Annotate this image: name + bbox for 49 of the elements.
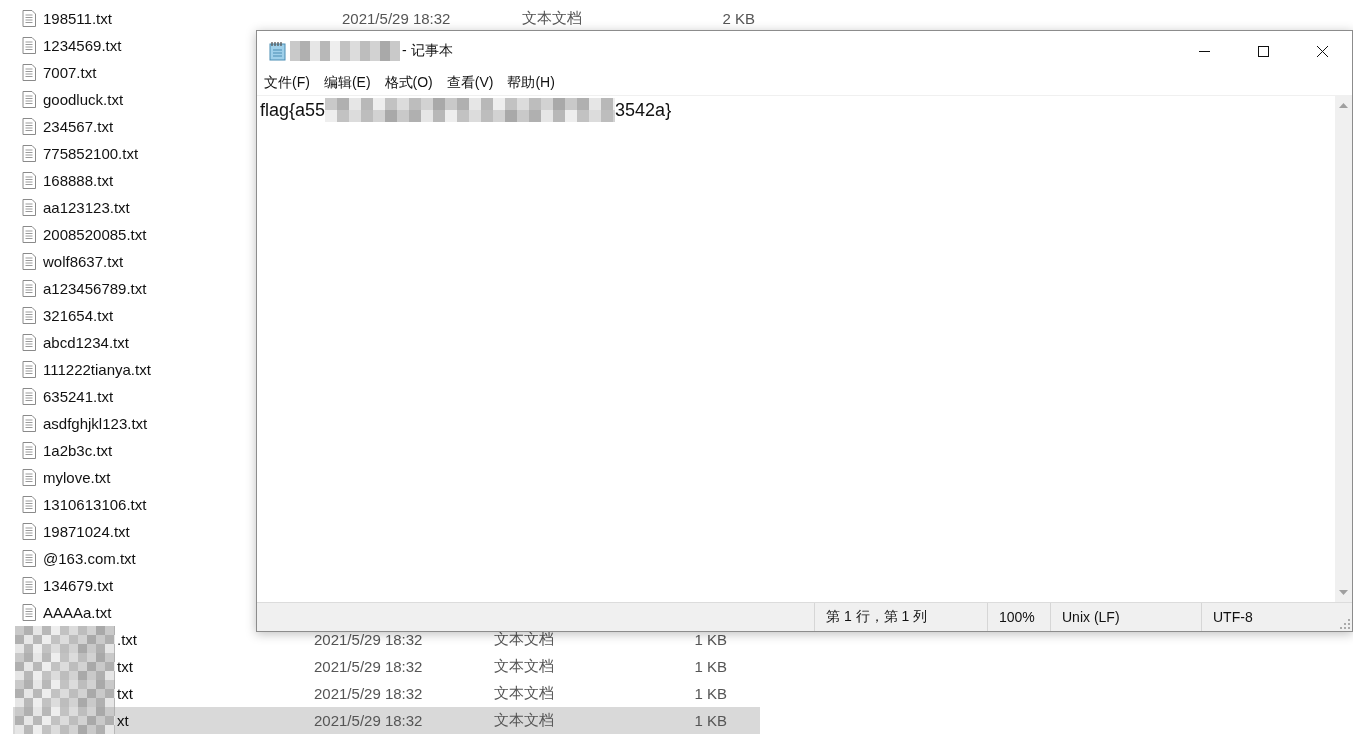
status-text: Unix (LF) xyxy=(1062,609,1120,625)
file-name: 134679.txt xyxy=(43,577,114,594)
file-date: 2021/5/29 18:32 xyxy=(314,685,423,702)
file-name: 111222tianya.txt xyxy=(43,361,151,378)
text-content: 3542a} xyxy=(615,99,672,122)
file-name: goodluck.txt xyxy=(43,91,124,108)
status-text: 100% xyxy=(999,609,1035,625)
file-name: 635241.txt xyxy=(43,388,114,405)
file-name: mylove.txt xyxy=(43,469,111,486)
file-date: 2021/5/29 18:32 xyxy=(342,10,451,27)
file-name: 19871024.txt xyxy=(43,523,130,540)
file-size: 2 KB xyxy=(722,10,755,27)
file-name: txt xyxy=(117,685,133,702)
file-name: wolf8637.txt xyxy=(43,253,124,270)
window-title: - 记事本 xyxy=(402,42,453,60)
file-name: 775852100.txt xyxy=(43,145,139,162)
file-name: 1310613106.txt xyxy=(43,496,147,513)
file-name: .txt xyxy=(117,631,137,648)
file-name: 321654.txt xyxy=(43,307,114,324)
file-size: 1 KB xyxy=(694,712,727,729)
file-name: 7007.txt xyxy=(43,64,97,81)
file-date: 2021/5/29 18:32 xyxy=(314,712,423,729)
file-name: AAAAa.txt xyxy=(43,604,112,621)
file-type: 文本文档 xyxy=(494,630,554,647)
status-text: 第 1 行，第 1 列 xyxy=(826,608,928,626)
file-date: 2021/5/29 18:32 xyxy=(314,658,423,675)
file-size: 1 KB xyxy=(694,631,727,648)
file-name: xt xyxy=(117,712,129,729)
file-name: txt xyxy=(117,658,133,675)
file-type: 文本文档 xyxy=(494,657,554,674)
file-name: 1234569.txt xyxy=(43,37,122,54)
file-name: 234567.txt xyxy=(43,118,114,135)
file-type: 文本文档 xyxy=(494,684,554,701)
file-name: 1a2b3c.txt xyxy=(43,442,113,459)
file-name: abcd1234.txt xyxy=(43,334,129,351)
text-content: flag{a55 xyxy=(260,99,326,122)
file-size: 1 KB xyxy=(694,658,727,675)
file-type: 文本文档 xyxy=(494,711,554,728)
file-type: 文本文档 xyxy=(522,9,582,26)
file-name: a123456789.txt xyxy=(43,280,147,297)
status-text: UTF-8 xyxy=(1213,609,1253,625)
file-name: aa123123.txt xyxy=(43,199,130,216)
file-size: 1 KB xyxy=(694,685,727,702)
file-date: 2021/5/29 18:32 xyxy=(314,631,423,648)
file-name: @163.com.txt xyxy=(43,550,136,567)
file-name: 168888.txt xyxy=(43,172,114,189)
file-name: 2008520085.txt xyxy=(43,226,147,243)
file-name: asdfghjkl123.txt xyxy=(43,415,148,432)
file-name: 198511.txt xyxy=(43,10,112,27)
